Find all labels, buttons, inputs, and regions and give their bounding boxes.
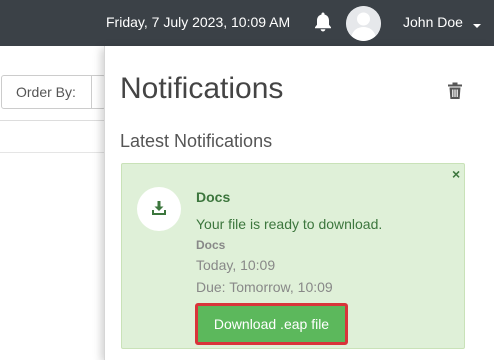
- notification-timestamp: Today, 10:09: [196, 257, 276, 273]
- download-icon: [152, 201, 166, 215]
- trash-icon[interactable]: [447, 82, 463, 100]
- divider: [0, 152, 110, 153]
- notifications-panel: Notifications Latest Notifications × Doc…: [104, 46, 494, 360]
- order-by-label: Order By:: [16, 84, 76, 100]
- notification-message: Your file is ready to download.: [196, 216, 383, 232]
- divider: [0, 120, 110, 121]
- notification-due-date: Due: Tomorrow, 10:09: [196, 279, 333, 295]
- user-name[interactable]: John Doe: [403, 14, 463, 30]
- section-title: Latest Notifications: [120, 131, 273, 151]
- download-file-button[interactable]: Download .eap file: [195, 303, 348, 345]
- bell-icon[interactable]: [313, 11, 333, 33]
- top-navigation-bar: Friday, 7 July 2023, 10:09 AM John Doe: [0, 0, 494, 46]
- notification-icon-badge: [137, 187, 181, 231]
- caret-down-icon[interactable]: [471, 18, 483, 28]
- notification-title: Docs: [196, 189, 231, 205]
- user-avatar-icon[interactable]: [346, 6, 381, 41]
- order-by-select[interactable]: Order By:: [1, 75, 106, 109]
- current-datetime: Friday, 7 July 2023, 10:09 AM: [106, 14, 291, 30]
- notification-card: × Docs Your file is ready to download. D…: [121, 163, 465, 349]
- close-icon[interactable]: ×: [452, 167, 460, 181]
- panel-title: Notifications: [120, 72, 284, 105]
- divider: [91, 76, 92, 108]
- notification-source: Docs: [196, 238, 226, 252]
